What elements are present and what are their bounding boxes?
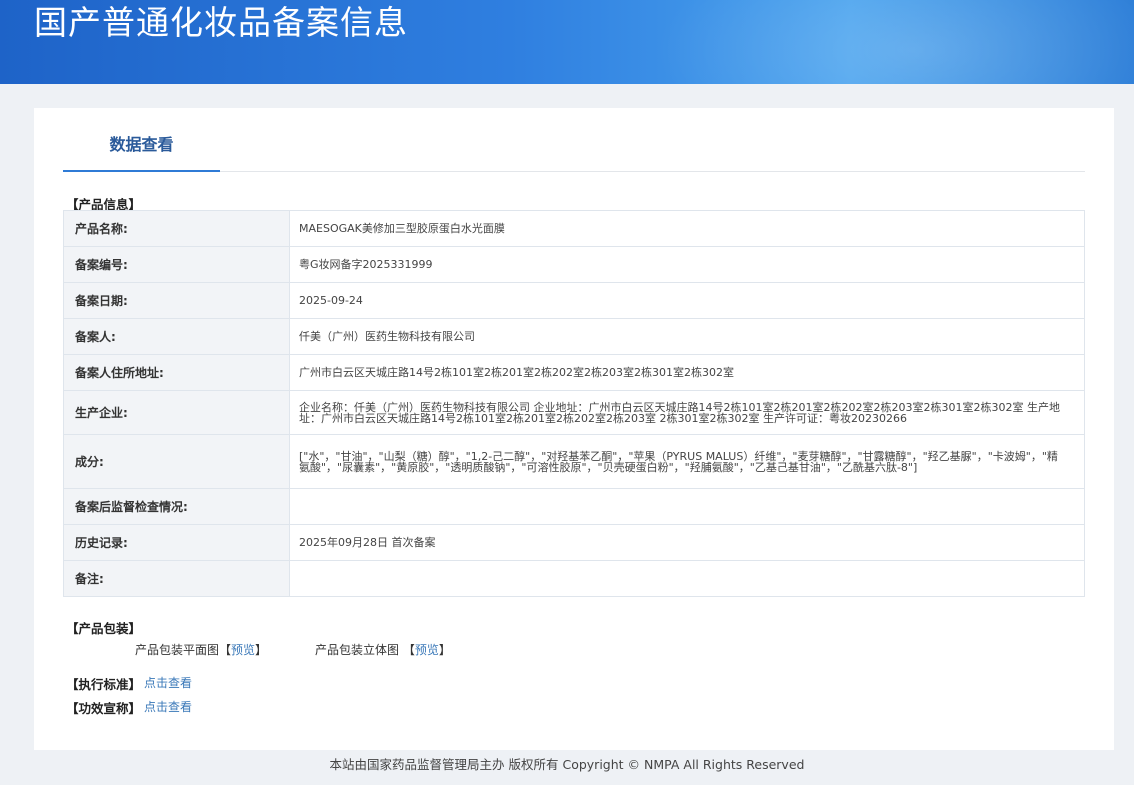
table-row: 备案后监督检查情况: (63, 488, 1085, 525)
section-packaging: 【产品包装】 (66, 621, 142, 636)
packaging-solid: 产品包装立体图 【预览】 (315, 641, 451, 658)
efficacy-view-link[interactable]: 点击查看 (144, 698, 192, 715)
page-title: 国产普通化妆品备案信息 (34, 3, 408, 42)
table-row: 产品名称: MAESOGAK美修加三型胶原蛋白水光面膜 (63, 210, 1085, 247)
tab-bar: 数据查看 (63, 108, 1085, 172)
row-value: 仟美（广州）医药生物科技有限公司 (289, 318, 1085, 355)
row-value: 广州市白云区天城庄路14号2栋101室2栋201室2栋202室2栋203室2栋3… (289, 354, 1085, 391)
packaging-solid-label: 产品包装立体图 (315, 643, 400, 657)
row-value: ["水"，"甘油"，"山梨（糖）醇"，"1,2-己二醇"，"对羟基苯乙酮"，"苹… (289, 434, 1085, 489)
row-value: 企业名称：仟美（广州）医药生物科技有限公司 企业地址：广州市白云区天城庄路14号… (289, 390, 1085, 435)
row-key: 备案后监督检查情况: (63, 488, 290, 525)
row-value (289, 488, 1085, 525)
row-key: 历史记录: (63, 524, 290, 561)
table-row: 备案日期: 2025-09-24 (63, 282, 1085, 319)
row-key: 成分: (63, 434, 290, 489)
bracket-close: 】 (438, 643, 451, 657)
row-key: 备案人住所地址: (63, 354, 290, 391)
row-key: 备案编号: (63, 246, 290, 283)
product-info-table: 产品名称: MAESOGAK美修加三型胶原蛋白水光面膜 备案编号: 粤G妆网备字… (63, 210, 1085, 597)
table-row: 历史记录: 2025年09月28日 首次备案 (63, 524, 1085, 561)
packaging-flat-label: 产品包装平面图 (135, 643, 220, 657)
packaging-solid-preview-link[interactable]: 预览 (415, 643, 439, 657)
row-value (289, 560, 1085, 597)
table-row: 备案编号: 粤G妆网备字2025331999 (63, 246, 1085, 283)
row-key: 备案日期: (63, 282, 290, 319)
bracket-open: 【 (219, 643, 232, 657)
packaging-flat-preview-link[interactable]: 预览 (231, 643, 255, 657)
table-row: 生产企业: 企业名称：仟美（广州）医药生物科技有限公司 企业地址：广州市白云区天… (63, 390, 1085, 435)
row-key: 备案人: (63, 318, 290, 355)
table-row: 备案人: 仟美（广州）医药生物科技有限公司 (63, 318, 1085, 355)
row-key: 产品名称: (63, 210, 290, 247)
section-efficacy: 【功效宣称】 (66, 701, 142, 716)
row-value: MAESOGAK美修加三型胶原蛋白水光面膜 (289, 210, 1085, 247)
section-standard: 【执行标准】 (66, 677, 142, 692)
row-key: 备注: (63, 560, 290, 597)
row-value: 2025年09月28日 首次备案 (289, 524, 1085, 561)
bracket-close: 】 (255, 643, 268, 657)
row-key: 生产企业: (63, 390, 290, 435)
packaging-flat: 产品包装平面图【预览】 (135, 641, 267, 658)
table-row: 备案人住所地址: 广州市白云区天城庄路14号2栋101室2栋201室2栋202室… (63, 354, 1085, 391)
row-value: 粤G妆网备字2025331999 (289, 246, 1085, 283)
table-row: 备注: (63, 560, 1085, 597)
tab-data-view[interactable]: 数据查看 (63, 108, 220, 172)
table-row: 成分: ["水"，"甘油"，"山梨（糖）醇"，"1,2-己二醇"，"对羟基苯乙酮… (63, 434, 1085, 489)
header-banner: 国产普通化妆品备案信息 (0, 0, 1134, 84)
bracket-open: 【 (402, 643, 415, 657)
row-value: 2025-09-24 (289, 282, 1085, 319)
content-panel: 数据查看 【产品信息】 产品名称: MAESOGAK美修加三型胶原蛋白水光面膜 … (34, 108, 1114, 750)
footer-copyright: 本站由国家药品监督管理局主办 版权所有 Copyright © NMPA All… (329, 757, 805, 772)
standard-view-link[interactable]: 点击查看 (144, 674, 192, 691)
